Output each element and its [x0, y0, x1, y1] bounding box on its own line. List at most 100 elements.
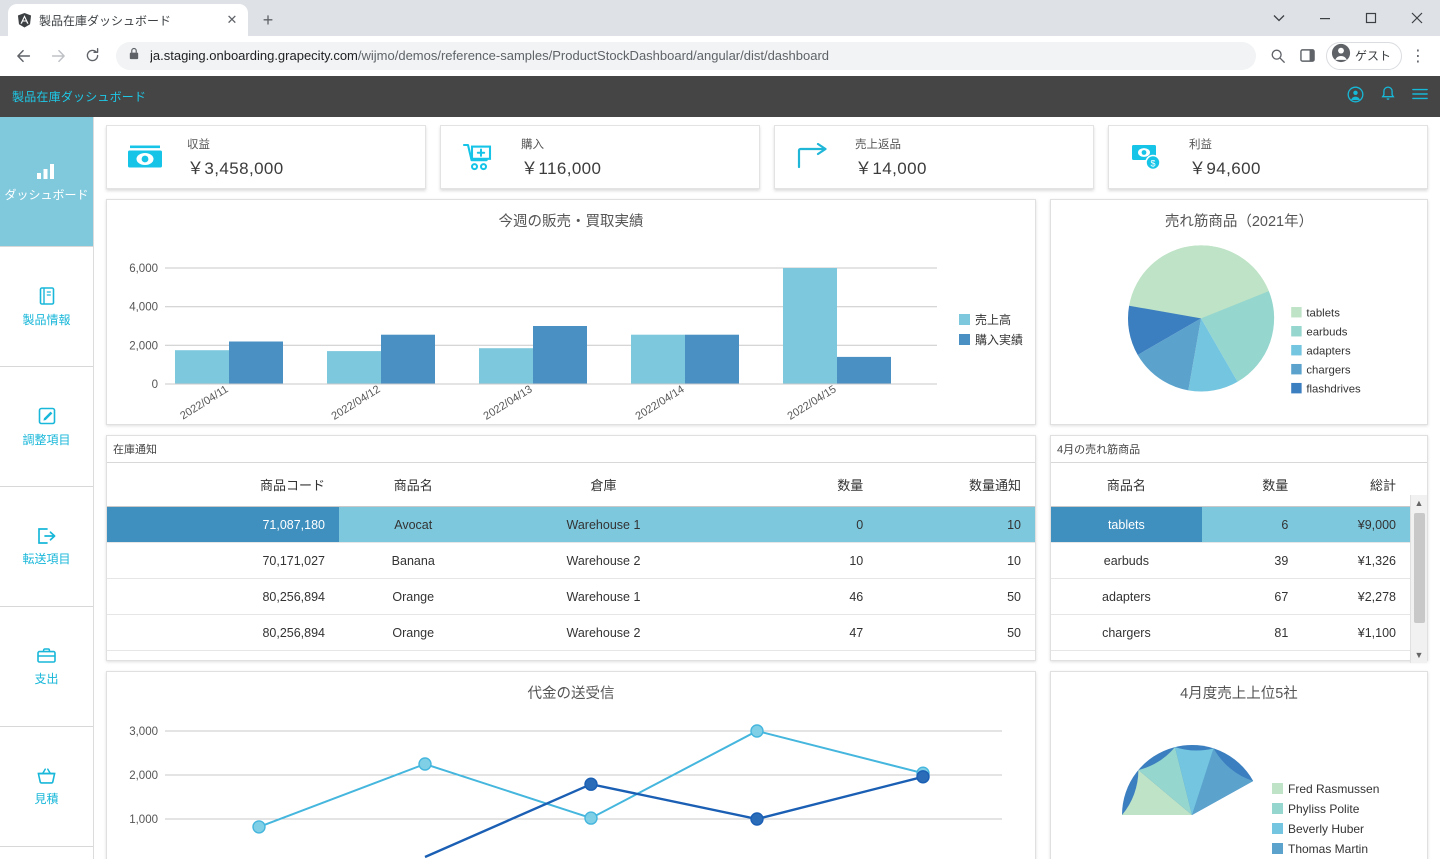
profile-chip[interactable]: ゲスト — [1326, 42, 1402, 70]
cell-qty[interactable]: 81 — [1202, 615, 1303, 651]
col-header-total[interactable]: 総計 — [1302, 463, 1410, 507]
cell-name[interactable]: Banana — [339, 543, 487, 579]
cell-qty[interactable]: 10 — [719, 543, 877, 579]
cell-name[interactable]: Avocat — [339, 507, 487, 543]
kpi-card-sales-returns[interactable]: 売上返品 ￥14,000 — [774, 125, 1094, 189]
cell-code[interactable]: 71,087,180 — [107, 507, 339, 543]
cell-total[interactable]: ¥2,278 — [1302, 579, 1410, 615]
col-header-code[interactable]: 商品コード — [107, 463, 339, 507]
table-row[interactable]: adapters 67 ¥2,278 — [1051, 579, 1410, 615]
month-grid-scrollbar[interactable]: ▲ ▼ — [1410, 495, 1427, 663]
maximize-button[interactable] — [1348, 0, 1394, 36]
cell-code[interactable]: 80,256,894 — [107, 579, 339, 615]
close-icon[interactable]: ✕ — [224, 12, 240, 28]
address-bar[interactable]: ja.staging.onboarding.grapecity.com/wijm… — [116, 42, 1256, 70]
bar-chart[interactable]: 6,000 4,000 2,000 0 — [107, 233, 1035, 429]
payments-line-chart[interactable]: 3,000 2,000 1,000 — [107, 705, 1035, 859]
svg-text:0: 0 — [152, 379, 158, 391]
svg-text:$: $ — [1150, 158, 1155, 168]
cell-name[interactable]: Orange — [339, 615, 487, 651]
cell-qty[interactable]: 0 — [719, 507, 877, 543]
cell-alert[interactable]: 10 — [877, 507, 1035, 543]
cell-alert[interactable]: 50 — [877, 615, 1035, 651]
angular-icon — [16, 12, 32, 28]
cell-warehouse[interactable]: Warehouse 2 — [487, 543, 719, 579]
kpi-card-purchases[interactable]: 購入 ￥116,000 — [440, 125, 760, 189]
cell-qty[interactable]: 67 — [1202, 579, 1303, 615]
side-panel-icon[interactable] — [1294, 42, 1322, 70]
scroll-up-icon[interactable]: ▲ — [1415, 495, 1424, 511]
kpi-card-revenue[interactable]: 収益 ￥3,458,000 — [106, 125, 426, 189]
cell-code[interactable]: 70,171,027 — [107, 543, 339, 579]
sidebar-item-adjustment[interactable]: 調整項目 — [0, 367, 93, 487]
table-row[interactable]: 80,256,894 Orange Warehouse 2 47 50 — [107, 615, 1035, 651]
kpi-value: ￥14,000 — [855, 154, 927, 179]
sidebar-item-expenses[interactable]: 支出 — [0, 607, 93, 727]
top-customers-pie-chart[interactable]: Fred Rasmussen Phyliss Polite Beverly Hu… — [1051, 705, 1427, 859]
svg-text:2022/04/14: 2022/04/14 — [634, 383, 687, 422]
browser-toolbar: ja.staging.onboarding.grapecity.com/wijm… — [0, 36, 1440, 76]
app-body: ダッシュボード 製品情報 調整項目 転送項目 支出 — [0, 117, 1440, 859]
cell-name[interactable]: earbuds — [1051, 543, 1202, 579]
scroll-down-icon[interactable]: ▼ — [1415, 647, 1424, 663]
table-row[interactable]: 70,171,027 Banana Warehouse 2 10 10 — [107, 543, 1035, 579]
hamburger-icon[interactable] — [1412, 87, 1428, 106]
browser-menu-icon[interactable]: ⋮ — [1404, 42, 1432, 70]
cell-name[interactable]: chargers — [1051, 615, 1202, 651]
col-header-name[interactable]: 商品名 — [339, 463, 487, 507]
cell-total[interactable]: ¥1,100 — [1302, 615, 1410, 651]
charts-row-1: 今週の販売・買取実績 6,000 4,000 — [106, 199, 1428, 425]
month-top-products-table[interactable]: 商品名 数量 総計 tablets 6 ¥9,000 — [1051, 463, 1410, 651]
col-header-warehouse[interactable]: 倉庫 — [487, 463, 719, 507]
new-tab-button[interactable]: + — [254, 6, 282, 34]
cell-total[interactable]: ¥9,000 — [1302, 507, 1410, 543]
col-header-name[interactable]: 商品名 — [1051, 463, 1202, 507]
scrollbar-thumb[interactable] — [1414, 513, 1425, 623]
sidebar-item-dashboard[interactable]: ダッシュボード — [0, 117, 93, 247]
forward-button[interactable] — [42, 40, 74, 72]
cell-qty[interactable]: 39 — [1202, 543, 1303, 579]
cell-warehouse[interactable]: Warehouse 1 — [487, 579, 719, 615]
cell-name[interactable]: Orange — [339, 579, 487, 615]
sidebar-item-label: 転送項目 — [22, 551, 70, 567]
sidebar-item-product-info[interactable]: 製品情報 — [0, 247, 93, 367]
table-row[interactable]: 80,256,894 Orange Warehouse 1 46 50 — [107, 579, 1035, 615]
cell-warehouse[interactable]: Warehouse 1 — [487, 507, 719, 543]
minimize-button[interactable] — [1302, 0, 1348, 36]
stock-alert-table[interactable]: 商品コード 商品名 倉庫 数量 数量通知 71,087,180 Avocat W… — [107, 463, 1035, 651]
search-icon[interactable] — [1264, 42, 1292, 70]
col-header-qty[interactable]: 数量 — [719, 463, 877, 507]
table-row[interactable]: chargers 81 ¥1,100 — [1051, 615, 1410, 651]
bell-icon[interactable] — [1380, 86, 1396, 108]
account-circle-icon[interactable] — [1347, 86, 1364, 108]
cell-qty[interactable]: 46 — [719, 579, 877, 615]
col-header-alert[interactable]: 数量通知 — [877, 463, 1035, 507]
sidebar-item-quote[interactable]: 見積 — [0, 727, 93, 847]
tab-search-icon[interactable] — [1256, 0, 1302, 36]
cell-alert[interactable]: 50 — [877, 579, 1035, 615]
top-products-pie-chart[interactable]: tablets earbuds adapters chargers flashd… — [1051, 233, 1427, 419]
sidebar-item-transfer[interactable]: 転送項目 — [0, 487, 93, 607]
back-button[interactable] — [8, 40, 40, 72]
cell-name[interactable]: tablets — [1051, 507, 1202, 543]
cell-qty[interactable]: 6 — [1202, 507, 1303, 543]
table-row[interactable]: tablets 6 ¥9,000 — [1051, 507, 1410, 543]
cell-total[interactable]: ¥1,326 — [1302, 543, 1410, 579]
svg-text:earbuds: earbuds — [1306, 326, 1347, 338]
close-window-button[interactable] — [1394, 0, 1440, 36]
table-row[interactable]: earbuds 39 ¥1,326 — [1051, 543, 1410, 579]
svg-text:3,000: 3,000 — [129, 726, 158, 738]
reload-button[interactable] — [76, 40, 108, 72]
svg-text:購入実績: 購入実績 — [975, 332, 1023, 347]
cell-warehouse[interactable]: Warehouse 2 — [487, 615, 719, 651]
top-customers-pie-panel: 4月度売上上位5社 — [1050, 671, 1428, 859]
browser-tab[interactable]: 製品在庫ダッシュボード ✕ — [8, 4, 248, 36]
table-row[interactable]: 71,087,180 Avocat Warehouse 1 0 10 — [107, 507, 1035, 543]
cell-alert[interactable]: 10 — [877, 543, 1035, 579]
avatar — [1331, 43, 1351, 68]
col-header-qty[interactable]: 数量 — [1202, 463, 1303, 507]
kpi-card-profit[interactable]: $ 利益 ￥94,600 — [1108, 125, 1428, 189]
cell-name[interactable]: adapters — [1051, 579, 1202, 615]
cell-code[interactable]: 80,256,894 — [107, 615, 339, 651]
cell-qty[interactable]: 47 — [719, 615, 877, 651]
